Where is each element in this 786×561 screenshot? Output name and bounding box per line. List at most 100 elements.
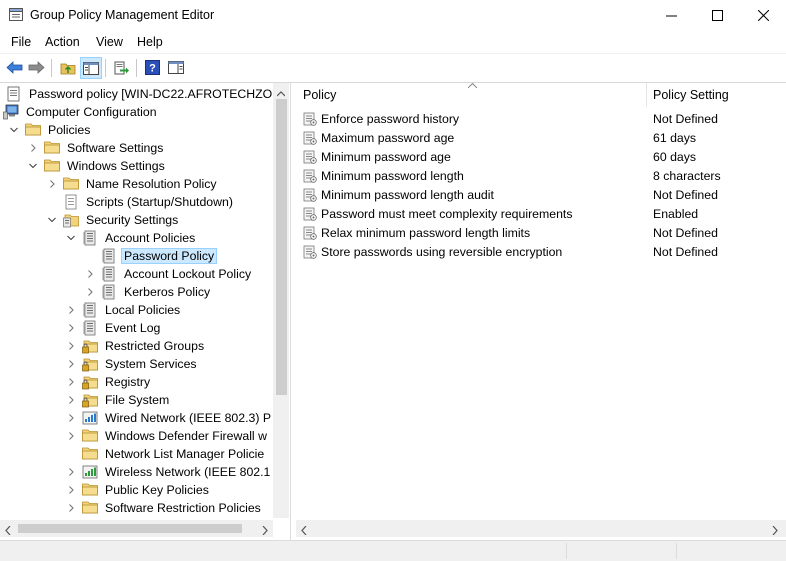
collapsed-chevron-icon[interactable] — [66, 395, 76, 405]
list-horizontal-scrollbar[interactable] — [296, 520, 786, 537]
tree-item-scripts-startup-shutdown[interactable]: Scripts (Startup/Shutdown) — [47, 193, 236, 211]
policy-row[interactable]: Minimum password age 60 days — [296, 147, 786, 166]
expanded-chevron-icon[interactable] — [66, 233, 76, 243]
collapsed-chevron-icon[interactable] — [66, 431, 76, 441]
tree-item-policies[interactable]: Policies — [9, 121, 93, 139]
menu-view[interactable]: View — [96, 35, 123, 49]
policy-row[interactable]: Minimum password length audit Not Defined — [296, 185, 786, 204]
toolbar: ? — [0, 53, 786, 83]
tree-horizontal-scrollbar[interactable] — [0, 520, 273, 537]
menu-file[interactable]: File — [11, 35, 31, 49]
show-hide-console-tree-button[interactable] — [80, 57, 102, 79]
expanded-chevron-icon[interactable] — [9, 125, 19, 135]
show-hide-tree-icon — [83, 61, 99, 75]
policy-book-icon — [82, 302, 98, 318]
tree-item-event-log[interactable]: Event Log — [66, 319, 163, 337]
tree-item-password-policy-win-dc22-afrotechzone[interactable]: Password policy [WIN-DC22.AFROTECHZONE. — [6, 85, 290, 103]
collapsed-chevron-icon[interactable] — [66, 485, 76, 495]
tree-item-account-lockout-policy[interactable]: Account Lockout Policy — [85, 265, 254, 283]
show-action-pane-button[interactable] — [165, 57, 186, 78]
tree-item-software-restriction-policies[interactable]: Software Restriction Policies — [66, 499, 264, 517]
minimize-button[interactable] — [648, 0, 694, 30]
tree-item-public-key-policies[interactable]: Public Key Policies — [66, 481, 212, 499]
column-header-policy[interactable]: Policy — [296, 83, 647, 107]
tree-item-system-services[interactable]: System Services — [66, 355, 200, 373]
folder-icon — [82, 500, 98, 516]
tree-item-windows-defender-firewall-w[interactable]: Windows Defender Firewall w — [66, 427, 270, 445]
collapsed-chevron-icon[interactable] — [66, 305, 76, 315]
expanded-chevron-icon[interactable] — [28, 161, 38, 171]
policy-row[interactable]: Maximum password age 61 days — [296, 128, 786, 147]
policy-setting-value: Not Defined — [653, 187, 718, 202]
tree-item-label: Wireless Network (IEEE 802.1 — [105, 465, 271, 479]
tree-item-windows-settings[interactable]: Windows Settings — [28, 157, 168, 175]
tree-item-registry[interactable]: Registry — [66, 373, 153, 391]
policy-row[interactable]: Relax minimum password length limits Not … — [296, 223, 786, 242]
collapsed-chevron-icon[interactable] — [66, 341, 76, 351]
collapsed-chevron-icon[interactable] — [47, 179, 57, 189]
tree-item-computer-configuration[interactable]: Computer Configuration — [0, 103, 160, 121]
collapsed-chevron-icon[interactable] — [66, 467, 76, 477]
locked-folder-icon — [82, 338, 98, 354]
collapsed-chevron-icon[interactable] — [66, 323, 76, 333]
console-tree[interactable]: Password policy [WIN-DC22.AFROTECHZONE. C… — [0, 83, 291, 540]
list-scroll-right-icon[interactable] — [772, 524, 778, 538]
policy-row[interactable]: Password must meet complexity requiremen… — [296, 204, 786, 223]
details-pane[interactable]: Policy Policy Setting Enforce password h… — [296, 83, 786, 540]
column-header-policy-setting[interactable]: Policy Setting — [647, 83, 786, 107]
policy-book-icon — [82, 230, 98, 246]
tree-vertical-scrollbar[interactable] — [273, 83, 289, 518]
tree-item-wired-network-ieee-802-3-p[interactable]: Wired Network (IEEE 802.3) P — [66, 409, 274, 427]
tree-item-software-settings[interactable]: Software Settings — [28, 139, 166, 157]
menu-action[interactable]: Action — [45, 35, 80, 49]
scroll-up-icon[interactable] — [276, 86, 286, 100]
tree-item-name-resolution-policy[interactable]: Name Resolution Policy — [47, 175, 220, 193]
collapsed-chevron-icon[interactable] — [85, 287, 95, 297]
tree-item-label: Public Key Policies — [105, 483, 209, 497]
policy-row[interactable]: Minimum password length 8 characters — [296, 166, 786, 185]
policy-setting-icon — [303, 169, 317, 183]
scroll-right-icon[interactable] — [262, 524, 268, 538]
collapsed-chevron-icon[interactable] — [66, 413, 76, 423]
tree-item-restricted-groups[interactable]: Restricted Groups — [66, 337, 207, 355]
network-icon — [82, 410, 98, 426]
tree-item-network-list-manager-policie[interactable]: Network List Manager Policie — [66, 445, 267, 463]
policy-setting-value: 60 days — [653, 149, 697, 164]
collapsed-chevron-icon[interactable] — [85, 269, 95, 279]
tree-item-label: Windows Settings — [67, 159, 165, 173]
collapsed-chevron-icon[interactable] — [28, 143, 38, 153]
menu-help[interactable]: Help — [137, 35, 163, 49]
collapsed-chevron-icon[interactable] — [66, 503, 76, 513]
policy-setting-icon — [303, 226, 317, 240]
tree-item-file-system[interactable]: File System — [66, 391, 172, 409]
tree-item-password-policy[interactable]: Password Policy — [85, 247, 218, 265]
tree-item-security-settings[interactable]: Security Settings — [47, 211, 181, 229]
scroll-left-icon[interactable] — [5, 524, 11, 538]
list-scroll-left-icon[interactable] — [301, 524, 307, 538]
export-list-button[interactable] — [111, 57, 132, 78]
policy-row[interactable]: Store passwords using reversible encrypt… — [296, 242, 786, 261]
up-level-button[interactable] — [57, 57, 78, 78]
tree-item-account-policies[interactable]: Account Policies — [66, 229, 198, 247]
back-button[interactable] — [4, 57, 25, 78]
expanded-chevron-icon[interactable] — [47, 215, 57, 225]
column-header-setting-label: Policy Setting — [653, 88, 729, 102]
tree-item-label: Account Lockout Policy — [124, 267, 252, 281]
folder-icon — [25, 122, 41, 138]
help-button[interactable]: ? — [142, 57, 163, 78]
tree-item-local-policies[interactable]: Local Policies — [66, 301, 183, 319]
tree-item-wireless-network-ieee-802-1[interactable]: Wireless Network (IEEE 802.1 — [66, 463, 273, 481]
collapsed-chevron-icon[interactable] — [66, 359, 76, 369]
tree-horizontal-scroll-thumb[interactable] — [18, 524, 242, 533]
maximize-button[interactable] — [694, 0, 740, 30]
policy-row[interactable]: Enforce password history Not Defined — [296, 109, 786, 128]
collapsed-chevron-icon[interactable] — [66, 377, 76, 387]
no-expander — [66, 449, 76, 459]
forward-button[interactable] — [26, 57, 47, 78]
folder-icon — [63, 176, 79, 192]
policy-name: Minimum password length audit — [321, 187, 494, 202]
close-button[interactable] — [740, 0, 786, 30]
tree-item-label: Account Policies — [105, 231, 196, 245]
tree-item-kerberos-policy[interactable]: Kerberos Policy — [85, 283, 213, 301]
tree-vertical-scroll-thumb[interactable] — [276, 99, 287, 395]
